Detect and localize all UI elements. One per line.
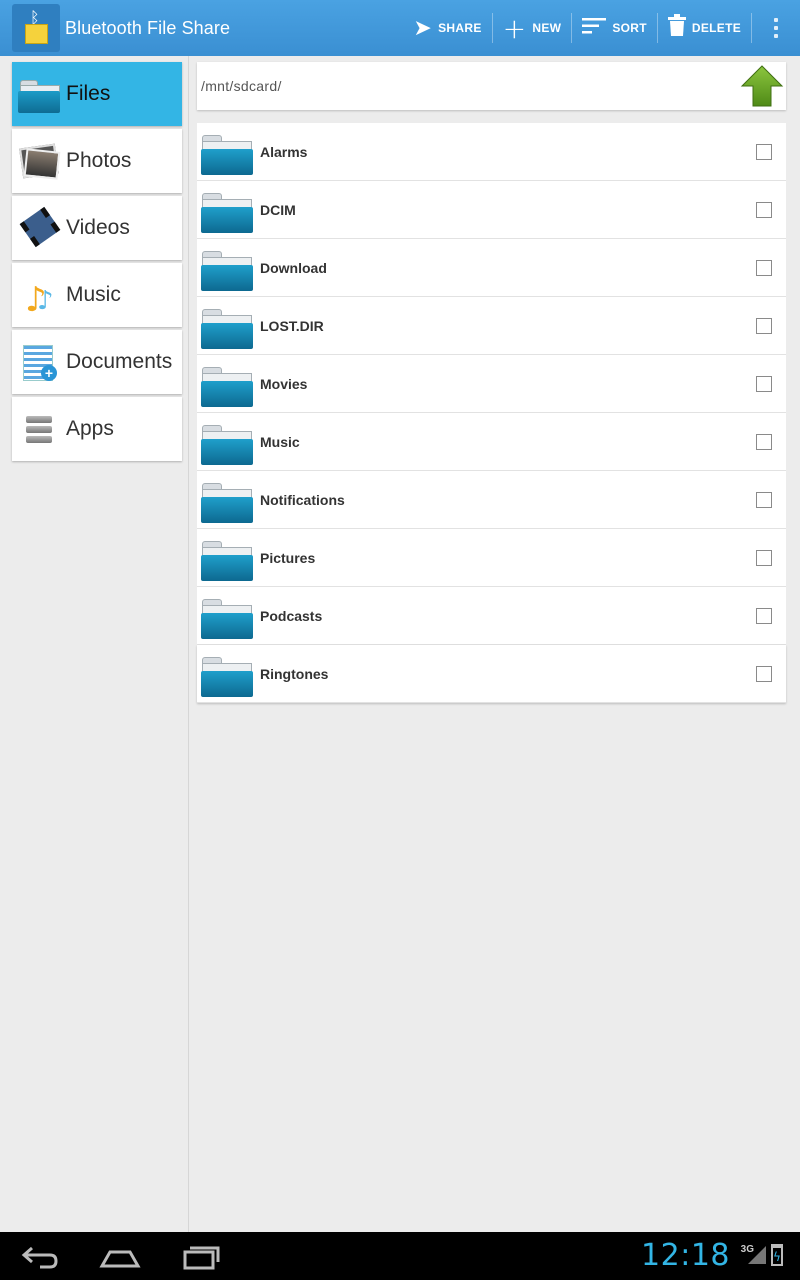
folder-icon <box>200 417 254 467</box>
folder-icon <box>200 475 254 525</box>
folder-icon <box>25 24 48 44</box>
list-item[interactable]: LOST.DIR <box>197 297 786 355</box>
file-name: Download <box>260 259 327 276</box>
folder-icon <box>17 71 63 117</box>
dot <box>774 26 778 30</box>
trash-icon <box>667 14 686 42</box>
apps-icon <box>17 406 63 452</box>
plus-icon: + <box>502 11 527 45</box>
app-logo-icon[interactable]: ᛒ <box>12 4 60 52</box>
dot <box>774 34 778 38</box>
sidebar-item-videos[interactable]: Videos <box>12 196 182 260</box>
select-checkbox[interactable] <box>756 550 772 566</box>
select-checkbox[interactable] <box>756 376 772 392</box>
select-checkbox[interactable] <box>756 608 772 624</box>
folder-icon <box>200 127 254 177</box>
current-path: /mnt/sdcard/ <box>201 78 282 94</box>
folder-icon <box>200 185 254 235</box>
sidebar-item-music[interactable]: ♪ ♪ Music <box>12 263 182 327</box>
select-checkbox[interactable] <box>756 260 772 276</box>
file-name: Movies <box>260 375 308 392</box>
back-button[interactable] <box>14 1240 66 1272</box>
file-name: Alarms <box>260 143 308 160</box>
list-item[interactable]: Notifications <box>197 471 786 529</box>
select-checkbox[interactable] <box>756 318 772 334</box>
sidebar-item-documents[interactable]: + Documents <box>12 330 182 394</box>
sidebar-item-label: Files <box>66 82 111 105</box>
folder-icon <box>200 243 254 293</box>
share-button[interactable]: ➤ SHARE <box>403 0 491 56</box>
back-icon <box>21 1246 58 1269</box>
file-name: Pictures <box>260 549 316 566</box>
select-checkbox[interactable] <box>756 434 772 450</box>
file-name: Podcasts <box>260 607 323 624</box>
file-name: Ringtones <box>260 665 329 682</box>
select-checkbox[interactable] <box>756 202 772 218</box>
music-note-icon: ♪ ♪ <box>25 280 54 320</box>
dot <box>774 18 778 22</box>
sidebar-item-label: Apps <box>66 417 114 440</box>
sidebar-item-label: Videos <box>66 216 130 239</box>
overflow-menu-button[interactable] <box>752 0 800 56</box>
film-icon <box>17 205 63 251</box>
new-button[interactable]: + NEW <box>493 0 572 56</box>
select-checkbox[interactable] <box>756 144 772 160</box>
sidebar-item-label: Music <box>66 283 121 306</box>
list-item[interactable]: Download <box>197 239 786 297</box>
list-item[interactable]: Podcasts <box>197 587 786 645</box>
sidebar-item-photos[interactable]: Photos <box>12 129 182 193</box>
delete-button[interactable]: DELETE <box>658 0 751 56</box>
sidebar-item-label: Photos <box>66 149 132 172</box>
system-navigation-bar: 12:18 3G ϟ <box>0 1232 800 1280</box>
document-icon: + <box>17 339 63 385</box>
clock: 12:18 <box>641 1238 730 1273</box>
app-title: Bluetooth File Share <box>65 17 231 38</box>
select-checkbox[interactable] <box>756 492 772 508</box>
action-bar: ᛒ Bluetooth File Share ➤ SHARE + NEW SOR… <box>0 0 800 56</box>
file-name: Music <box>260 433 300 450</box>
home-button[interactable] <box>94 1240 146 1272</box>
path-bar: /mnt/sdcard/ <box>197 62 786 110</box>
action-buttons: ➤ SHARE + NEW SORT DELETE <box>403 0 800 56</box>
list-item[interactable]: Alarms <box>197 123 786 181</box>
sort-icon <box>582 16 607 41</box>
recent-apps-button[interactable] <box>175 1240 227 1272</box>
home-icon <box>99 1250 141 1268</box>
file-name: DCIM <box>260 201 296 218</box>
list-item[interactable]: Music <box>197 413 786 471</box>
category-sidebar: Files Photos Videos ♪ ♪ Music + Documents… <box>0 56 189 1232</box>
send-icon: ➤ <box>413 15 433 41</box>
folder-icon <box>200 591 254 641</box>
list-item[interactable]: Movies <box>197 355 786 413</box>
sort-button[interactable]: SORT <box>572 0 657 56</box>
select-checkbox[interactable] <box>756 666 772 682</box>
folder-icon <box>200 301 254 351</box>
list-item[interactable]: Pictures <box>197 529 786 587</box>
photos-icon <box>17 138 63 184</box>
recent-apps-icon <box>183 1246 220 1270</box>
list-item[interactable]: Ringtones <box>197 645 786 703</box>
up-arrow-icon <box>740 65 784 107</box>
file-list: Alarms DCIM Download LOST.DIR Movies Mus… <box>197 123 786 703</box>
sidebar-item-apps[interactable]: Apps <box>12 397 182 461</box>
list-item[interactable]: DCIM <box>197 181 786 239</box>
folder-icon <box>200 533 254 583</box>
up-directory-button[interactable] <box>740 64 784 108</box>
folder-icon <box>200 649 254 699</box>
signal-icon <box>748 1246 766 1264</box>
file-name: LOST.DIR <box>260 317 324 334</box>
file-name: Notifications <box>260 491 345 508</box>
battery-icon: ϟ <box>771 1244 783 1266</box>
folder-icon <box>200 359 254 409</box>
sidebar-item-files[interactable]: Files <box>12 62 182 126</box>
sidebar-item-label: Documents <box>66 350 173 373</box>
